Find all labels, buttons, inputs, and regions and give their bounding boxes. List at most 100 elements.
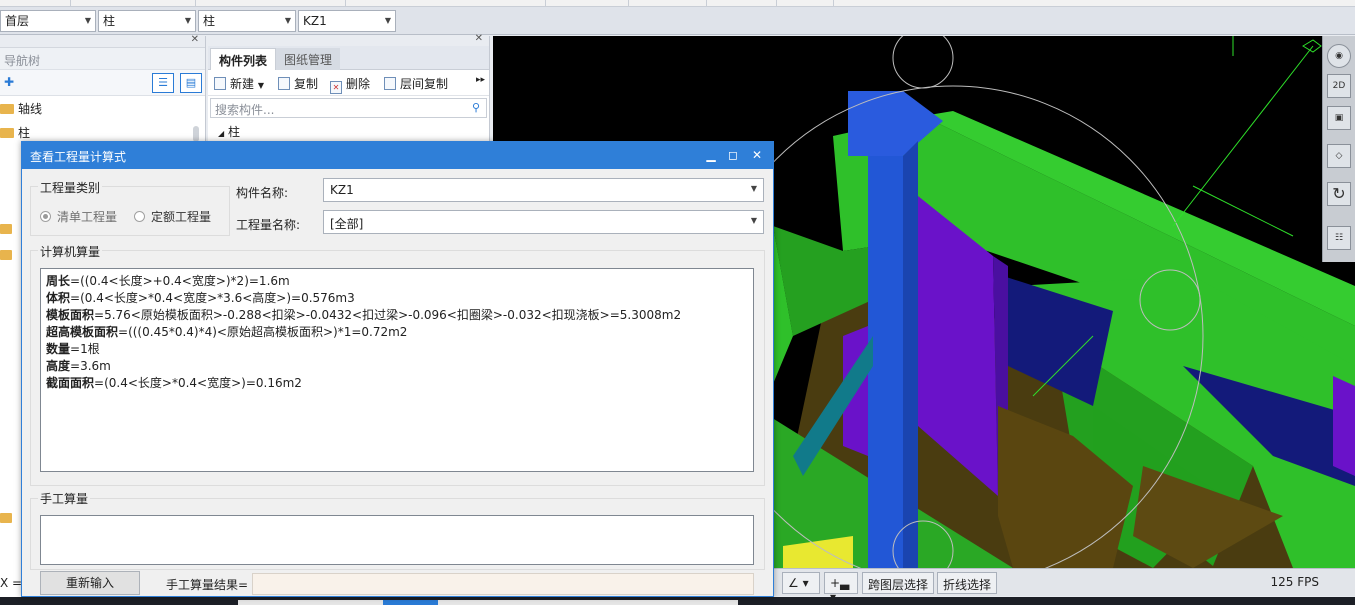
formula-expr: =3.6m <box>70 359 111 373</box>
category-label: 工程量类别 <box>38 179 103 196</box>
taskbar <box>0 597 1355 605</box>
fps-readout: 125 FPS <box>1270 575 1319 589</box>
component-name-select[interactable]: KZ1 ▼ <box>323 178 764 202</box>
radio-quota-quantity[interactable]: 定额工程量 <box>134 208 211 225</box>
manual-result-label: 手工算量结果= <box>166 578 249 592</box>
formula-expr: =5.76<原始模板面积>-0.288<扣梁>-0.0432<扣过梁>-0.09… <box>94 308 682 322</box>
formula-name: 周长 <box>46 274 71 288</box>
snap-plus-icon[interactable]: +▃ ▾ <box>824 572 858 604</box>
chevron-down-icon: ▼ <box>257 81 264 90</box>
search-icon[interactable]: ⚲ <box>472 101 480 114</box>
component-tree-root[interactable]: ◢ 柱 <box>208 120 489 143</box>
quantity-name-value: [全部] <box>330 217 364 231</box>
snap-angle-icon[interactable]: ∠ ▾ <box>782 572 820 594</box>
formula-expr: =1根 <box>70 342 100 356</box>
radio-dot <box>134 211 145 222</box>
floor-select-value: 首层 <box>5 14 30 28</box>
formula-expr: =(0.4<长度>*0.4<宽度>*3.6<高度>)=0.576m3 <box>70 291 355 305</box>
nav-item-axis[interactable]: 轴线 <box>0 96 205 120</box>
view-2d-label: 2D <box>1332 81 1346 91</box>
manual-quantity-textarea[interactable] <box>40 515 754 565</box>
chevron-down-icon: ▼ <box>84 16 91 25</box>
cube-view-icon[interactable]: ▣ <box>1327 106 1351 130</box>
formula-name: 截面面积 <box>46 376 95 390</box>
layer-settings-icon[interactable]: ☷ <box>1327 226 1351 250</box>
minimize-icon[interactable]: ▁ <box>701 146 721 164</box>
new-button[interactable]: 新建 ▼ <box>214 75 264 92</box>
floor-copy-icon <box>384 77 396 90</box>
chevron-down-icon: ▼ <box>384 16 391 25</box>
new-label: 新建 <box>230 77 255 91</box>
list-view-icon[interactable]: ☰ <box>152 73 174 93</box>
cross-layer-select-button[interactable]: 跨图层选择 <box>862 572 935 594</box>
quantity-name-select[interactable]: [全部] ▼ <box>323 210 764 234</box>
view-2d-button[interactable]: 2D <box>1327 74 1351 98</box>
formula-name: 模板面积 <box>46 308 95 322</box>
polyline-select-button[interactable]: 折线选择 <box>937 572 998 594</box>
formula-name: 超高模板面积 <box>46 325 119 339</box>
component-name-value: KZ1 <box>330 183 354 197</box>
radio-bill-quantity[interactable]: 清单工程量 <box>40 208 117 225</box>
close-icon[interactable]: ✕ <box>747 146 767 164</box>
formula-expr: =((0.4<长度>+0.4<宽度>)*2)=1.6m <box>70 274 290 288</box>
tab-component-list[interactable]: 构件列表 <box>210 48 277 70</box>
tab-drawing-management[interactable]: 图纸管理 <box>276 48 341 70</box>
copy-button[interactable]: 复制 <box>278 75 318 92</box>
subtype-select[interactable]: 柱 ▼ <box>198 10 296 32</box>
radio-bill-quantity-label: 清单工程量 <box>57 210 118 224</box>
nav-header: 导航树 <box>0 48 205 70</box>
folder-icon <box>0 128 14 138</box>
chevron-down-icon: ▼ <box>284 16 291 25</box>
delete-button[interactable]: ✕ 删除 <box>330 75 370 94</box>
formula-textarea[interactable]: 周长=((0.4<长度>+0.4<宽度>)*2)=1.6m 体积=(0.4<长度… <box>40 268 754 472</box>
radio-quota-quantity-label: 定额工程量 <box>151 210 212 224</box>
add-icon[interactable]: ✚ <box>4 75 14 89</box>
formula-line-count: 数量=1根 <box>46 341 748 358</box>
quantity-formula-dialog: 查看工程量计算式 ▁ ◻ ✕ 工程量类别 清单工程量 定额工程量 构件名称: K… <box>21 141 774 597</box>
component-titlebar: ✕ <box>208 33 489 46</box>
nav-scrollbar[interactable] <box>193 126 199 142</box>
folder-icon <box>0 104 14 114</box>
copy-label: 复制 <box>294 77 319 91</box>
component-select-value: KZ1 <box>303 14 327 28</box>
maximize-icon[interactable]: ◻ <box>723 146 743 164</box>
status-bar: ∠ ▾ +▃ ▾ 跨图层选择 折线选择 125 FPS <box>774 568 1355 604</box>
reinput-button[interactable]: 重新输入 <box>40 571 140 595</box>
taskbar-segment[interactable] <box>438 600 738 605</box>
formula-expr: =(((0.45*0.4)*4)<原始超高模板面积>)*1=0.72m2 <box>118 325 408 339</box>
folder-icon <box>0 224 12 234</box>
manual-result-field[interactable] <box>252 573 754 595</box>
nav-titlebar: ✕ <box>0 34 205 48</box>
cube-icon[interactable]: ◇ <box>1327 144 1351 168</box>
selector-bar: 首层 ▼ 柱 ▼ 柱 ▼ KZ1 ▼ <box>0 7 1355 35</box>
formula-line-volume: 体积=(0.4<长度>*0.4<宽度>*3.6<高度>)=0.576m3 <box>46 290 748 307</box>
taskbar-segment-active[interactable] <box>383 600 438 605</box>
computer-quantity-label: 计算机算量 <box>38 243 103 260</box>
folder-icon <box>0 250 12 260</box>
component-search-input[interactable]: 搜索构件... ⚲ <box>210 98 487 118</box>
nav-item-label: 轴线 <box>18 102 43 116</box>
subtype-select-value: 柱 <box>203 14 216 28</box>
more-icon[interactable]: ▸▸ <box>476 75 485 85</box>
ribbon-strip <box>0 0 1355 7</box>
component-tree-root-label: 柱 <box>227 125 240 139</box>
chevron-down-icon: ▼ <box>750 184 757 193</box>
new-icon <box>214 77 226 90</box>
manual-quantity-label: 手工算量 <box>38 490 91 507</box>
component-select[interactable]: KZ1 ▼ <box>298 10 396 32</box>
grid-view-icon[interactable]: ▤ <box>180 73 202 93</box>
globe-icon[interactable]: ◉ <box>1327 44 1351 68</box>
rotate-icon[interactable]: ↻ <box>1327 182 1351 206</box>
dialog-title: 查看工程量计算式 <box>30 150 127 164</box>
close-icon[interactable]: ✕ <box>475 33 483 44</box>
nav-item-label: 柱 <box>18 126 31 140</box>
formula-line-section-area: 截面面积=(0.4<长度>*0.4<宽度>)=0.16m2 <box>46 375 748 392</box>
type-select[interactable]: 柱 ▼ <box>98 10 196 32</box>
taskbar-segment[interactable] <box>238 600 383 605</box>
component-tabs: 构件列表 图纸管理 <box>208 46 489 70</box>
close-icon[interactable]: ✕ <box>191 34 199 45</box>
component-name-label: 构件名称: <box>236 186 289 200</box>
floor-select[interactable]: 首层 ▼ <box>0 10 96 32</box>
component-panel: ✕ 构件列表 图纸管理 新建 ▼ 复制 ✕ 删除 层间复制 ▸▸ 搜索构件... … <box>208 33 490 148</box>
floor-copy-button[interactable]: 层间复制 <box>384 75 448 92</box>
